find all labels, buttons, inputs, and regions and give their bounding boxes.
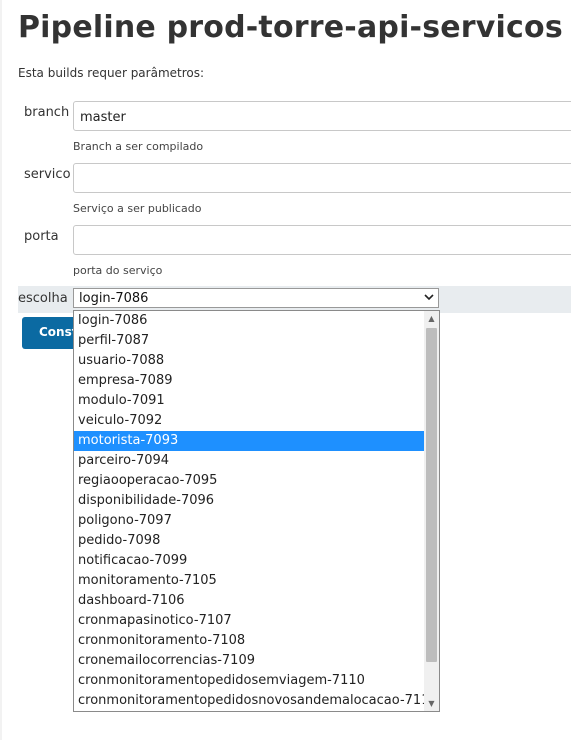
servico-help: Serviço a ser publicado	[73, 202, 202, 215]
dropdown-option[interactable]: motorista-7093	[74, 431, 424, 451]
scrollbar-thumb[interactable]	[426, 328, 437, 662]
parameters-notice: Esta builds requer parâmetros:	[18, 66, 205, 80]
dropdown-option[interactable]: modulo-7091	[74, 391, 424, 411]
escolha-row: escolha login-7086	[18, 286, 571, 313]
chevron-down-icon[interactable]	[424, 289, 434, 308]
dropdown-option[interactable]: cronmonitoramentopedidosemviagem-7110	[74, 671, 424, 691]
scroll-down-icon[interactable]: ▼	[424, 696, 439, 711]
branch-help: Branch a ser compilado	[73, 140, 204, 153]
dropdown-option[interactable]: empresa-7089	[74, 371, 424, 391]
dropdown-option[interactable]: notificacao-7099	[74, 551, 424, 571]
dropdown-option[interactable]: cronemailocorrencias-7109	[74, 651, 424, 671]
dropdown-option[interactable]: pedido-7098	[74, 531, 424, 551]
escolha-select[interactable]: login-7086	[73, 288, 439, 308]
escolha-dropdown-list[interactable]: login-7086 perfil-7087 usuario-7088 empresa…	[73, 310, 440, 712]
escolha-selected-value: login-7086	[79, 291, 149, 306]
dropdown-option[interactable]: usuario-7088	[74, 351, 424, 371]
dropdown-option[interactable]: cronmapasinotico-7107	[74, 611, 424, 631]
dropdown-option[interactable]: parceiro-7094	[74, 451, 424, 471]
dropdown-option[interactable]: veiculo-7092	[74, 411, 424, 431]
branch-input[interactable]: master	[73, 101, 571, 131]
servico-label: servico	[24, 167, 71, 182]
dropdown-option[interactable]: poligono-7097	[74, 511, 424, 531]
porta-label: porta	[24, 229, 59, 244]
dropdown-option[interactable]: cronmonitoramento-7108	[74, 631, 424, 651]
dropdown-option[interactable]: perfil-7087	[74, 331, 424, 351]
dropdown-option[interactable]: dashboard-7106	[74, 591, 424, 611]
porta-help: porta do serviço	[73, 264, 163, 277]
dropdown-option[interactable]: monitoramento-7105	[74, 571, 424, 591]
left-border	[0, 0, 2, 740]
dropdown-scrollbar[interactable]: ▲ ▼	[424, 311, 439, 711]
page-title: Pipeline prod-torre-api-servicos	[18, 10, 563, 45]
dropdown-option[interactable]: login-7086	[74, 311, 424, 331]
servico-input[interactable]	[73, 163, 571, 193]
scroll-up-icon[interactable]: ▲	[424, 311, 439, 326]
branch-label: branch	[24, 105, 70, 120]
dropdown-option[interactable]: disponibilidade-7096	[74, 491, 424, 511]
dropdown-option[interactable]: cronmonitoramentopedidosnovosandemalocac…	[74, 691, 438, 711]
dropdown-option[interactable]: regiaooperacao-7095	[74, 471, 424, 491]
porta-input[interactable]	[73, 225, 571, 255]
escolha-label: escolha	[18, 291, 68, 306]
